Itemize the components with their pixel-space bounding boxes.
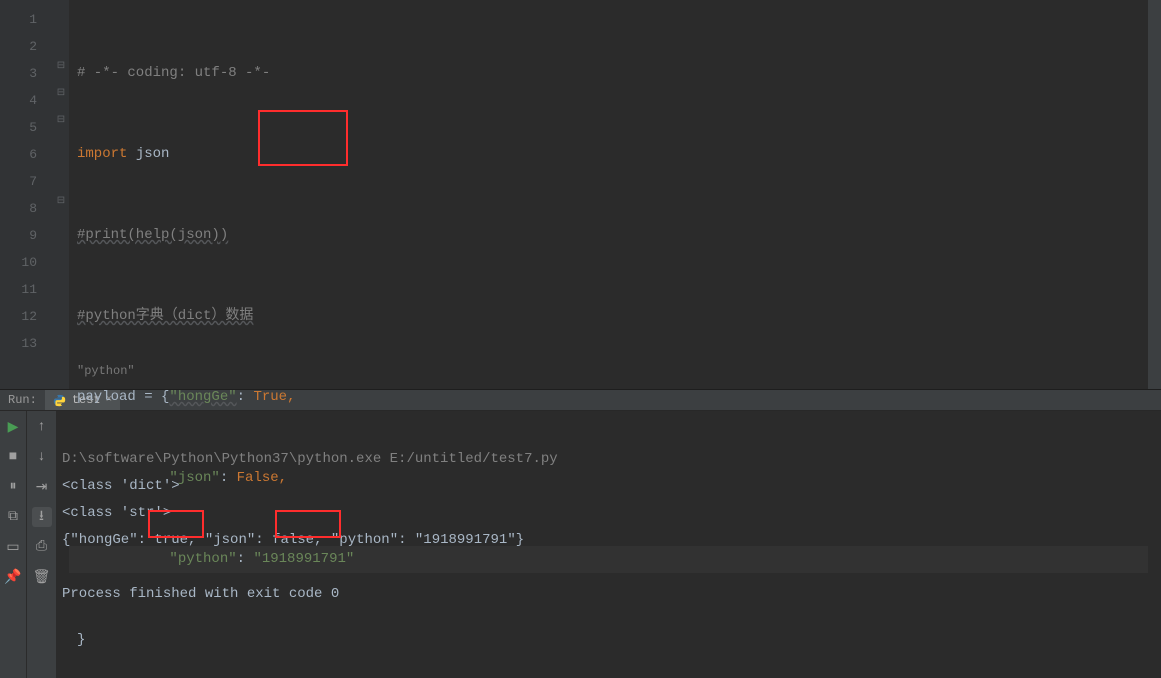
- run-toolbar-left2: ↑ ↓ ⇥ ⭳ ⎙ 🗑: [26, 411, 56, 678]
- print-button[interactable]: ⎙: [32, 537, 52, 557]
- scroll-up-button[interactable]: ↑: [32, 417, 52, 437]
- fold-icon[interactable]: ⊟: [55, 195, 67, 207]
- fold-icon[interactable]: ⊟: [55, 87, 67, 99]
- scroll-to-end-button[interactable]: ⭳: [32, 507, 52, 527]
- code-text: #python字典（dict）数据: [77, 308, 253, 324]
- console-line: <class 'dict'>: [62, 478, 180, 494]
- line-number: 10: [0, 249, 37, 276]
- line-number-gutter: 1 2 3 4 5 6 7 8 9 10 11 12 13: [0, 0, 55, 389]
- code-text: import: [77, 146, 127, 162]
- line-number: 11: [0, 276, 37, 303]
- console-output[interactable]: D:\software\Python\Python37\python.exe E…: [56, 411, 1161, 678]
- dock-button[interactable]: ▭: [3, 537, 23, 557]
- code-text: ,: [287, 389, 295, 405]
- line-number: 1: [0, 6, 37, 33]
- line-number: 8: [0, 195, 37, 222]
- code-text: True: [253, 389, 287, 405]
- fold-icon[interactable]: ⊟: [55, 60, 67, 72]
- line-number: 4: [0, 87, 37, 114]
- line-number: 12: [0, 303, 37, 330]
- console-line: true,: [154, 532, 196, 548]
- line-number: 9: [0, 222, 37, 249]
- code-text: json: [127, 146, 169, 162]
- code-area[interactable]: # -*- coding: utf-8 -*- import json #pri…: [69, 0, 1148, 389]
- code-text: :: [237, 389, 254, 405]
- console-line: D:\software\Python\Python37\python.exe E…: [62, 451, 558, 467]
- clear-button[interactable]: 🗑: [32, 567, 52, 587]
- run-panel: Run: test × ▶ ■ ⏸ ⧉ ▭ 📌 ↑ ↓ ⇥ ⭳ ⎙ 🗑 D:\s…: [0, 390, 1161, 678]
- editor-scrollbar[interactable]: [1148, 0, 1161, 389]
- line-number: 7: [0, 168, 37, 195]
- code-text: payload = {: [77, 389, 169, 405]
- run-toolbar-left: ▶ ■ ⏸ ⧉ ▭ 📌: [0, 411, 26, 678]
- run-button[interactable]: ▶: [3, 417, 23, 437]
- console-line: Process finished with exit code 0: [62, 586, 339, 602]
- python-icon: [53, 393, 67, 407]
- code-text: # -*- coding: utf-8 -*-: [77, 65, 270, 81]
- console-line: <class 'str'>: [62, 505, 171, 521]
- line-number: 13: [0, 330, 37, 357]
- console-line: false,: [272, 532, 322, 548]
- code-text: "hongGe": [169, 389, 236, 405]
- line-number: 6: [0, 141, 37, 168]
- console-line: "json":: [196, 532, 272, 548]
- line-number: 5: [0, 114, 37, 141]
- line-number: 3: [0, 60, 37, 87]
- pin-button[interactable]: 📌: [3, 567, 23, 587]
- line-number: 2: [0, 33, 37, 60]
- console-line: {"hongGe":: [62, 532, 154, 548]
- layout-button[interactable]: ⧉: [3, 507, 23, 527]
- editor-area: 1 2 3 4 5 6 7 8 9 10 11 12 13 ⊟ ⊟ ⊟ ⊟ # …: [0, 0, 1161, 390]
- scroll-down-button[interactable]: ↓: [32, 447, 52, 467]
- code-text: #print(help(json)): [77, 227, 228, 243]
- breadcrumb[interactable]: "python": [77, 358, 135, 385]
- console-line: "python": "1918991791"}: [322, 532, 524, 548]
- run-label: Run:: [0, 393, 45, 407]
- fold-column: ⊟ ⊟ ⊟ ⊟: [55, 0, 69, 389]
- fold-icon[interactable]: ⊟: [55, 114, 67, 126]
- soft-wrap-button[interactable]: ⇥: [32, 477, 52, 497]
- run-body: ▶ ■ ⏸ ⧉ ▭ 📌 ↑ ↓ ⇥ ⭳ ⎙ 🗑 D:\software\Pyth…: [0, 411, 1161, 678]
- stop-button[interactable]: ■: [3, 447, 23, 467]
- pause-button[interactable]: ⏸: [3, 477, 23, 497]
